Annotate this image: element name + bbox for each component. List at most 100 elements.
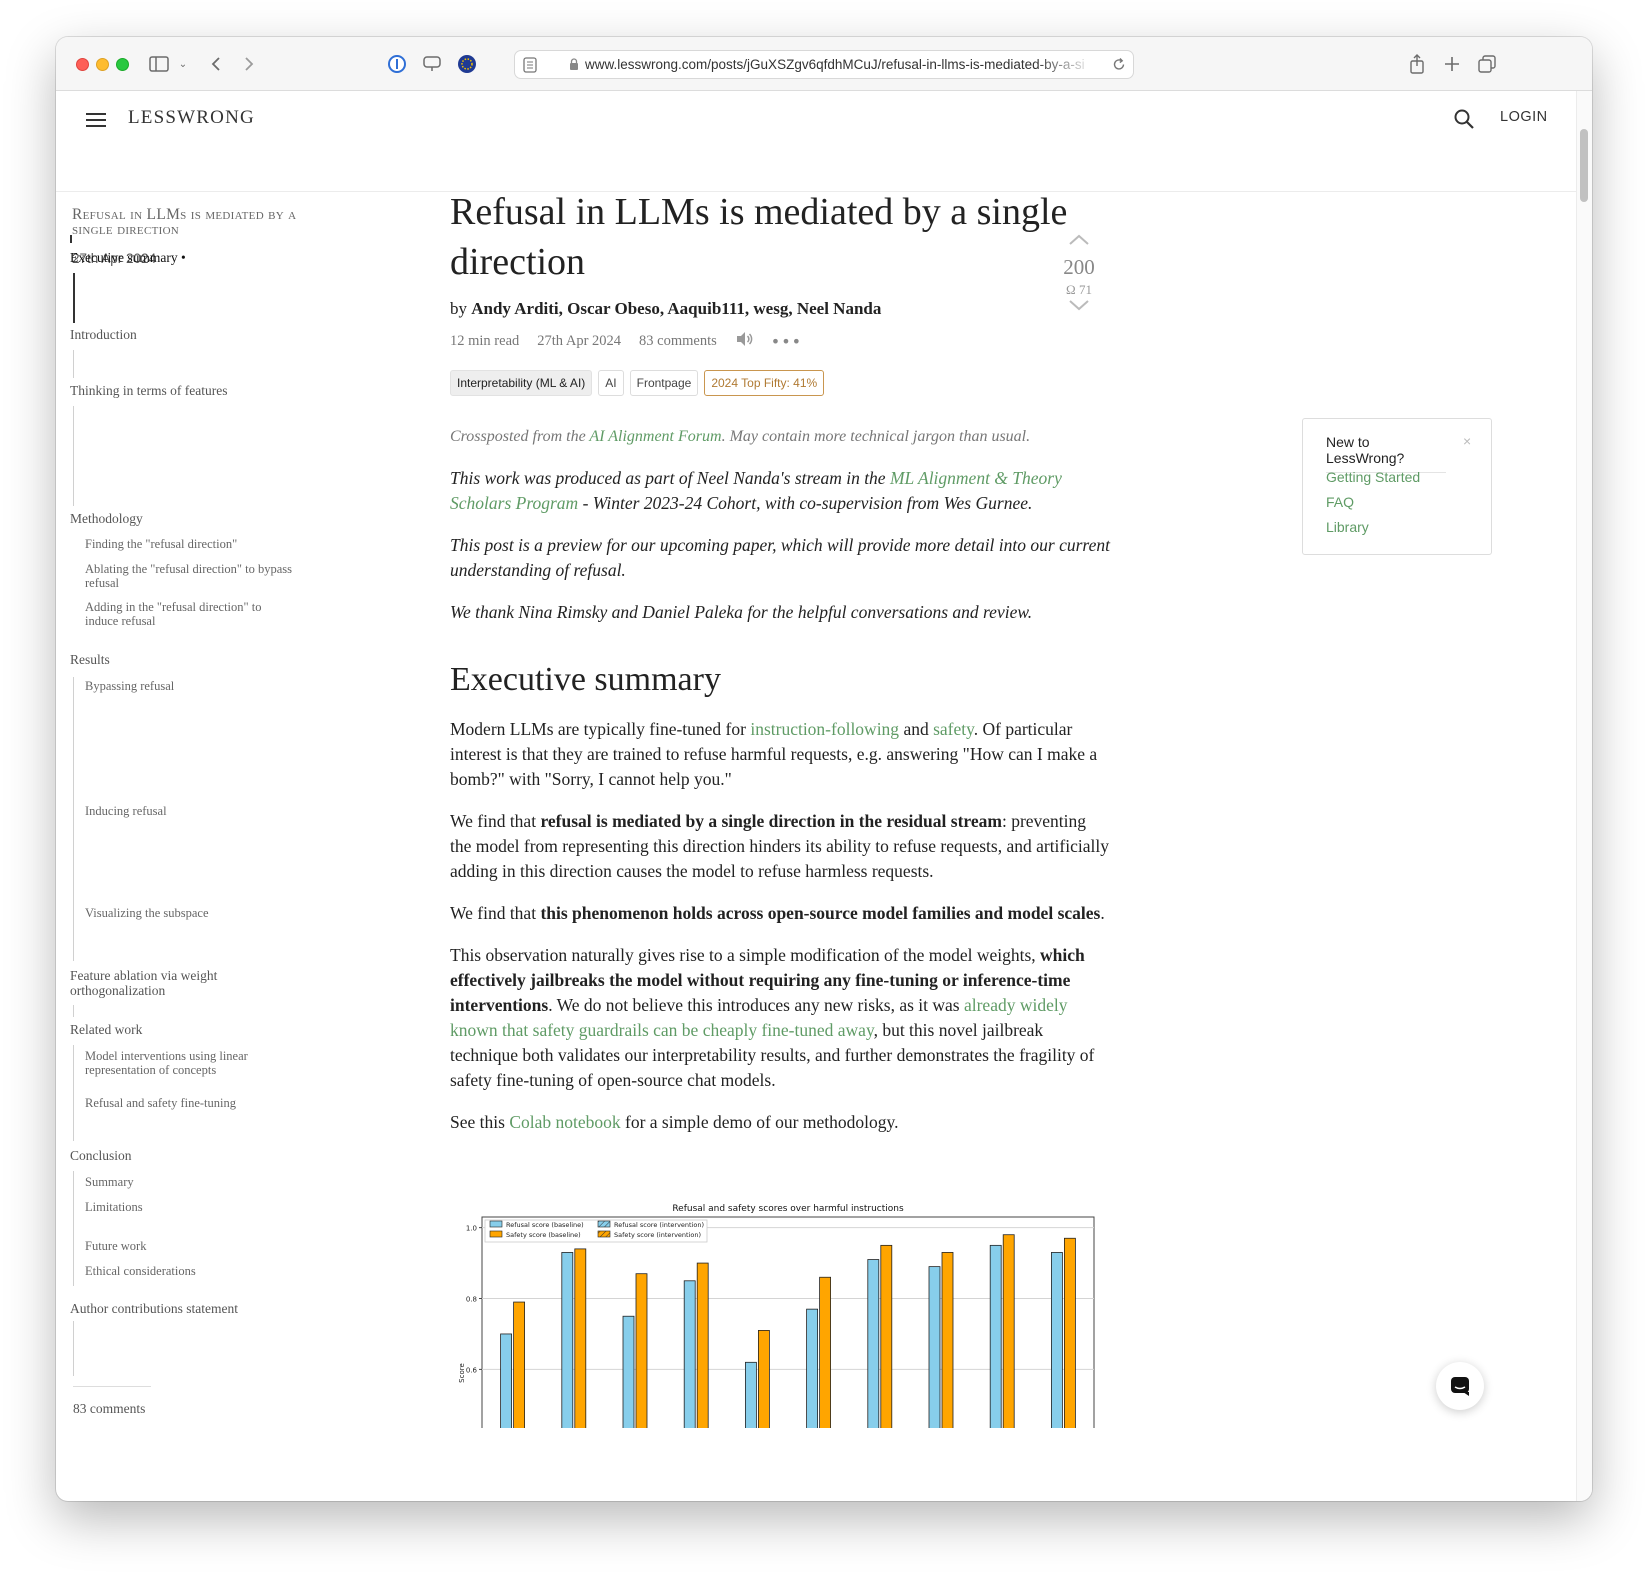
- getting-started-link[interactable]: Getting Started: [1326, 469, 1420, 485]
- exec-paragraph-3: We find that this phenomenon holds acros…: [450, 903, 1105, 923]
- plot-area: [481, 1216, 1095, 1428]
- bar-safety-baseline: [880, 1244, 893, 1428]
- forward-icon[interactable]: [239, 51, 259, 77]
- new-to-lesswrong-title: New to LessWrong?: [1326, 434, 1446, 473]
- address-bar[interactable]: www.lesswrong.com/posts/jGuXSZgv6qfdhMCu…: [514, 50, 1134, 79]
- bar-safety-baseline: [513, 1301, 525, 1428]
- more-options-icon[interactable]: •••: [771, 332, 802, 351]
- refusal-safety-chart: Refusal and safety scores over harmful i…: [452, 1198, 1102, 1428]
- toc-item-limitations[interactable]: Limitations: [85, 1200, 143, 1214]
- comments-count[interactable]: 83 comments: [639, 333, 717, 350]
- legend-label: Safety score (baseline): [506, 1231, 581, 1239]
- toc-item-introduction[interactable]: Introduction: [70, 327, 137, 343]
- bar-safety-baseline: [635, 1273, 648, 1428]
- toc-item-author-contributions[interactable]: Author contributions statement: [70, 1301, 238, 1317]
- library-link[interactable]: Library: [1326, 519, 1369, 535]
- post-authors[interactable]: Andy Arditi, Oscar Obeso, Aaquib111, wes…: [471, 299, 881, 318]
- toc-item-inducing[interactable]: Inducing refusal: [85, 804, 167, 818]
- section-heading-executive-summary: Executive summary: [450, 661, 721, 698]
- site-logo[interactable]: LESSWRONG: [128, 107, 255, 129]
- minimize-window-button[interactable]: [96, 58, 109, 71]
- intro-paragraph-1: This work was produced as part of Neel N…: [450, 468, 1062, 513]
- reader-icon[interactable]: [523, 57, 537, 76]
- bar-safety-baseline: [1002, 1234, 1015, 1428]
- site-header: LESSWRONG LOGIN: [56, 91, 1576, 192]
- toc-line: [73, 406, 74, 506]
- intro-paragraph-2: This post is a preview for our upcoming …: [450, 535, 1110, 580]
- tag-interpretability[interactable]: Interpretability (ML & AI): [450, 370, 593, 396]
- search-icon[interactable]: [1453, 108, 1475, 130]
- toc-item-features[interactable]: Thinking in terms of features: [70, 383, 227, 399]
- password-manager-icon[interactable]: [386, 51, 408, 77]
- bar-refusal-baseline: [683, 1280, 696, 1428]
- bar-refusal-baseline: [989, 1244, 1002, 1428]
- toc-line: [73, 350, 74, 378]
- chat-icon: [1451, 1377, 1469, 1396]
- lock-icon: [569, 58, 579, 74]
- tag-list: Interpretability (ML & AI) AI Frontpage …: [450, 370, 1110, 396]
- bar-safety-baseline: [1064, 1237, 1076, 1428]
- url-text: www.lesswrong.com/posts/jGuXSZgv6qfdhMCu…: [585, 57, 1085, 72]
- toc-item-related-work[interactable]: Related work: [70, 1022, 142, 1038]
- toc-item-ethical-considerations[interactable]: Ethical considerations: [85, 1264, 196, 1278]
- toc-line: [73, 1321, 74, 1376]
- toc-divider: [73, 1386, 151, 1387]
- tag-ai[interactable]: AI: [598, 370, 624, 396]
- chat-widget-button[interactable]: [1436, 1362, 1484, 1410]
- legend-label: Refusal score (baseline): [506, 1221, 584, 1229]
- bar-safety-baseline: [941, 1252, 954, 1428]
- close-icon[interactable]: ×: [1463, 433, 1471, 449]
- toc-comments-link[interactable]: 83 comments: [73, 1401, 145, 1417]
- tag-top-fifty[interactable]: 2024 Top Fifty: 41%: [704, 370, 825, 396]
- toc-item-ablating-direction[interactable]: Ablating the "refusal direction" to bypa…: [85, 562, 320, 590]
- post-meta: 12 min read 27th Apr 2024 83 comments ••…: [450, 331, 1110, 352]
- toc-line: [73, 677, 74, 961]
- safety-link[interactable]: safety: [933, 719, 974, 739]
- toc-item-model-interventions[interactable]: Model interventions using linear represe…: [85, 1049, 285, 1077]
- reload-icon[interactable]: [1112, 57, 1126, 75]
- zoom-window-button[interactable]: [116, 58, 129, 71]
- toc-line: [73, 1045, 74, 1141]
- new-tab-icon[interactable]: [1441, 51, 1463, 77]
- colab-notebook-link[interactable]: Colab notebook: [509, 1112, 620, 1132]
- toc-post-title[interactable]: Refusal in LLMs is mediated by a single …: [70, 207, 310, 238]
- legend-swatch-hatch: [598, 1221, 610, 1227]
- toc-item-summary[interactable]: Summary: [85, 1175, 134, 1189]
- toc-item-weight-orthogonalization[interactable]: Feature ablation via weight orthogonaliz…: [70, 968, 260, 998]
- toc-item-conclusion[interactable]: Conclusion: [70, 1148, 132, 1164]
- back-icon[interactable]: [206, 51, 226, 77]
- speaker-icon[interactable]: [735, 331, 753, 352]
- menu-icon[interactable]: [86, 113, 106, 127]
- exec-paragraph-2: We find that refusal is mediated by a si…: [450, 811, 1109, 881]
- toc-item-results[interactable]: Results: [70, 652, 110, 668]
- page-scrollbar-thumb[interactable]: [1580, 129, 1588, 202]
- url-fade: [1035, 53, 1095, 77]
- eu-extension-icon[interactable]: [456, 51, 478, 77]
- sidebar-toggle-icon[interactable]: [148, 51, 170, 77]
- toc-item-future-work[interactable]: Future work: [85, 1239, 146, 1253]
- toc-item-executive-summary[interactable]: Executive summary •: [70, 250, 186, 266]
- tag-frontpage[interactable]: Frontpage: [629, 370, 699, 396]
- bar-refusal-baseline: [806, 1308, 819, 1428]
- toc-item-safety-finetuning[interactable]: Refusal and safety fine-tuning: [85, 1096, 236, 1110]
- close-window-button[interactable]: [76, 58, 89, 71]
- intro-paragraph-3: We thank Nina Rimsky and Daniel Paleka f…: [450, 602, 1033, 622]
- extension-icon[interactable]: [421, 51, 443, 77]
- alignment-forum-link[interactable]: AI Alignment Forum: [589, 428, 721, 445]
- toc-item-adding-direction[interactable]: Adding in the "refusal direction" to ind…: [85, 600, 295, 628]
- toc-item-methodology[interactable]: Methodology: [70, 511, 143, 527]
- faq-link[interactable]: FAQ: [1326, 494, 1354, 510]
- legend-swatch: [489, 1230, 503, 1238]
- tab-overview-icon[interactable]: [1476, 51, 1498, 77]
- toc-item-visualizing[interactable]: Visualizing the subspace: [85, 906, 209, 920]
- page-scrollbar-track[interactable]: [1576, 91, 1592, 1501]
- login-button[interactable]: LOGIN: [1500, 109, 1548, 125]
- chevron-down-icon[interactable]: ⌄: [176, 51, 190, 77]
- toc-progress-marker: [70, 235, 72, 243]
- toc-item-bypassing[interactable]: Bypassing refusal: [85, 679, 174, 693]
- toc-item-finding-direction[interactable]: Finding the "refusal direction": [85, 537, 320, 551]
- share-icon[interactable]: [1406, 51, 1428, 77]
- legend-label: Refusal score (intervention): [614, 1221, 704, 1229]
- instruction-following-link[interactable]: instruction-following: [750, 719, 899, 739]
- bar-refusal-baseline: [928, 1266, 941, 1428]
